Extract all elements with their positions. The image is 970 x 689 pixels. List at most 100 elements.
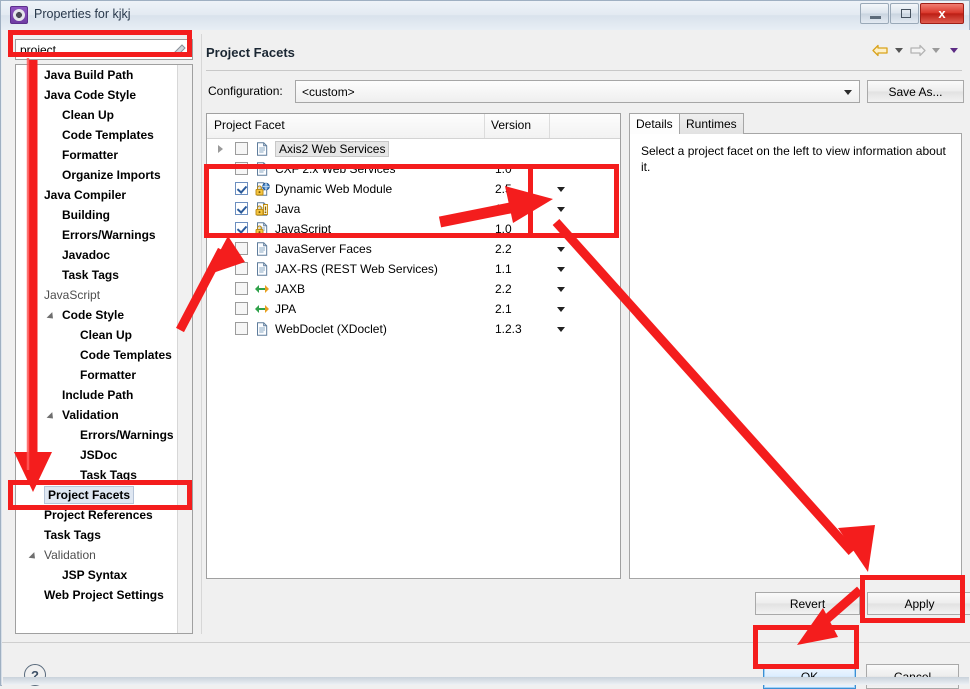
sidebar-item-project-facets[interactable]: Project Facets <box>16 485 192 505</box>
facet-checkbox[interactable] <box>235 142 248 155</box>
version-dropdown-chevron-down-icon[interactable] <box>557 287 565 292</box>
facet-checkbox[interactable] <box>235 262 248 275</box>
expand-twisty-icon[interactable] <box>48 311 57 320</box>
column-header-version[interactable]: Version <box>491 118 531 132</box>
window-title: Properties for kjkj <box>34 7 131 21</box>
table-row[interactable]: Java1.7 <box>207 199 620 219</box>
sidebar-item-clean-up[interactable]: Clean Up <box>16 325 192 345</box>
sidebar-item-label: Code Style <box>62 305 124 325</box>
sidebar-item-label: Validation <box>44 545 96 565</box>
facet-version: 1.0 <box>495 219 512 239</box>
back-arrow-icon[interactable] <box>872 43 889 58</box>
sidebar-item-validation[interactable]: Validation <box>16 545 192 565</box>
version-dropdown-chevron-down-icon[interactable] <box>557 267 565 272</box>
window-controls: x <box>860 3 964 25</box>
expand-twisty-icon[interactable] <box>218 145 223 153</box>
sidebar-item-errors-warnings[interactable]: Errors/Warnings <box>16 225 192 245</box>
version-dropdown-chevron-down-icon[interactable] <box>557 307 565 312</box>
sidebar-item-validation[interactable]: Validation <box>16 405 192 425</box>
expand-twisty-icon[interactable] <box>30 191 39 200</box>
version-dropdown-chevron-down-icon[interactable] <box>557 207 565 212</box>
details-body: Select a project facet on the left to vi… <box>629 133 962 579</box>
sidebar-item-task-tags[interactable]: Task Tags <box>16 525 192 545</box>
filter-search-box[interactable] <box>15 39 193 60</box>
revert-button[interactable]: Revert <box>755 592 860 615</box>
version-dropdown-chevron-down-icon[interactable] <box>557 227 565 232</box>
sidebar-item-label: Formatter <box>62 145 118 165</box>
table-row[interactable]: JAXB2.2 <box>207 279 620 299</box>
expand-twisty-icon[interactable] <box>30 551 39 560</box>
facet-checkbox[interactable] <box>235 182 248 195</box>
sidebar-item-building[interactable]: Building <box>16 205 192 225</box>
sidebar-item-jsdoc[interactable]: JSDoc <box>16 445 192 465</box>
facet-checkbox[interactable] <box>235 202 248 215</box>
facet-name: Java <box>275 199 300 219</box>
sidebar-item-web-project-settings[interactable]: Web Project Settings <box>16 585 192 605</box>
table-row[interactable]: JAX-RS (REST Web Services)1.1 <box>207 259 620 279</box>
facet-checkbox[interactable] <box>235 282 248 295</box>
sidebar-item-code-templates[interactable]: Code Templates <box>16 125 192 145</box>
sidebar-item-jsp-syntax[interactable]: JSP Syntax <box>16 565 192 585</box>
search-input[interactable] <box>20 43 160 57</box>
preferences-tree[interactable]: Java Build PathJava Code StyleClean UpCo… <box>15 64 193 634</box>
sidebar-item-javadoc[interactable]: Javadoc <box>16 245 192 265</box>
minimize-button[interactable] <box>860 3 889 24</box>
document-icon <box>255 262 270 276</box>
table-row[interactable]: JavaScript1.0 <box>207 219 620 239</box>
sidebar-item-label: Java Build Path <box>44 65 133 85</box>
version-dropdown-chevron-down-icon[interactable] <box>557 187 565 192</box>
erase-icon[interactable] <box>174 43 187 57</box>
sidebar-item-task-tags[interactable]: Task Tags <box>16 465 192 485</box>
sidebar-item-clean-up[interactable]: Clean Up <box>16 105 192 125</box>
expand-twisty-icon[interactable] <box>30 291 39 300</box>
expand-twisty-icon[interactable] <box>48 411 57 420</box>
forward-arrow-icon <box>909 43 926 58</box>
sidebar-item-project-references[interactable]: Project References <box>16 505 192 525</box>
sidebar-item-javascript[interactable]: JavaScript <box>16 285 192 305</box>
table-row[interactable]: CXF 2.x Web Services1.0 <box>207 159 620 179</box>
project-facet-table[interactable]: Project Facet Version Axis2 Web Services… <box>206 113 621 579</box>
facet-version: 2.5 <box>495 179 512 199</box>
table-row[interactable]: Dynamic Web Module2.5 <box>207 179 620 199</box>
version-dropdown-chevron-down-icon[interactable] <box>557 327 565 332</box>
project-facets-page: Project Facets Configuration: <box>206 34 964 634</box>
sidebar-item-formatter[interactable]: Formatter <box>16 365 192 385</box>
tab-runtimes[interactable]: Runtimes <box>679 113 744 134</box>
column-header-project-facet[interactable]: Project Facet <box>214 118 285 132</box>
sidebar-item-errors-warnings[interactable]: Errors/Warnings <box>16 425 192 445</box>
page-menu-chevron-down-icon[interactable] <box>950 48 958 53</box>
apply-button[interactable]: Apply <box>867 592 970 615</box>
back-menu-chevron-down-icon[interactable] <box>895 48 903 53</box>
web-module-icon <box>255 182 270 196</box>
version-dropdown-chevron-down-icon[interactable] <box>557 247 565 252</box>
sidebar-item-code-style[interactable]: Code Style <box>16 305 192 325</box>
facet-checkbox[interactable] <box>235 242 248 255</box>
table-row[interactable]: JPA2.1 <box>207 299 620 319</box>
configuration-combobox[interactable]: <custom> <box>295 80 860 103</box>
sidebar-item-java-compiler[interactable]: Java Compiler <box>16 185 192 205</box>
dialog-window: Properties for kjkj x <box>0 0 970 686</box>
sidebar-item-java-code-style[interactable]: Java Code Style <box>16 85 192 105</box>
sidebar-item-label: Java Code Style <box>44 85 136 105</box>
table-row[interactable]: JavaServer Faces2.2 <box>207 239 620 259</box>
facet-checkbox[interactable] <box>235 322 248 335</box>
maximize-button[interactable] <box>890 3 919 24</box>
facet-checkbox[interactable] <box>235 222 248 235</box>
facet-checkbox[interactable] <box>235 302 248 315</box>
expand-twisty-icon[interactable] <box>30 91 39 100</box>
facet-checkbox[interactable] <box>235 162 248 175</box>
sidebar-item-code-templates[interactable]: Code Templates <box>16 345 192 365</box>
sidebar-item-organize-imports[interactable]: Organize Imports <box>16 165 192 185</box>
table-row[interactable]: WebDoclet (XDoclet)1.2.3 <box>207 319 620 339</box>
sidebar-item-label: Web Project Settings <box>44 585 164 605</box>
sidebar-item-task-tags[interactable]: Task Tags <box>16 265 192 285</box>
sidebar-item-include-path[interactable]: Include Path <box>16 385 192 405</box>
tab-details[interactable]: Details <box>629 113 680 134</box>
table-row[interactable]: Axis2 Web Services <box>207 139 620 159</box>
close-button[interactable]: x <box>920 3 964 24</box>
tree-scrollbar[interactable] <box>177 65 192 633</box>
sidebar-item-formatter[interactable]: Formatter <box>16 145 192 165</box>
sidebar-item-java-build-path[interactable]: Java Build Path <box>16 65 192 85</box>
close-icon: x <box>921 4 963 23</box>
save-as-button[interactable]: Save As... <box>867 80 964 103</box>
